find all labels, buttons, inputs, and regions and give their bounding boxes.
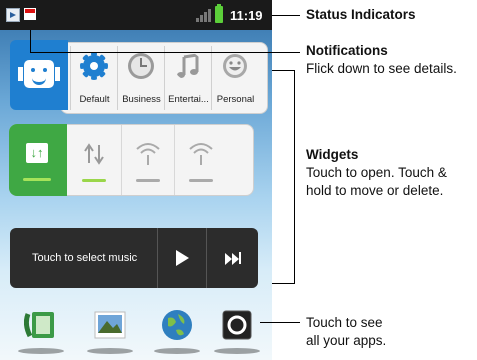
profile-main-button[interactable] — [10, 40, 68, 110]
profile-label: Personal — [216, 94, 255, 105]
connectivity-widget: ↓↑ — [9, 124, 254, 196]
profile-face-icon — [24, 60, 54, 88]
gallery-icon[interactable] — [93, 308, 127, 342]
sync-toggle-button[interactable] — [68, 125, 120, 195]
browser-globe-icon[interactable] — [160, 308, 194, 342]
status-indicators-label: Status Indicators — [306, 7, 416, 22]
notifications-leader-line — [30, 52, 300, 53]
widgets-bracket — [272, 70, 295, 284]
gps-toggle-button[interactable] — [174, 125, 227, 195]
profile-label: Business — [122, 94, 161, 105]
smiley-icon — [223, 54, 247, 78]
music-prompt: Touch to select music — [32, 252, 138, 264]
apps-leader-line — [260, 322, 300, 323]
data-sync-icon: ↓↑ — [26, 143, 48, 163]
profile-personal[interactable]: Personal — [211, 46, 259, 110]
calendar-icon — [24, 8, 36, 20]
notifications-callout: Notifications Flick down to see details. — [306, 43, 457, 76]
apps-launcher-icon[interactable] — [220, 308, 254, 342]
music-widget[interactable]: Touch to select music — [10, 228, 258, 288]
apps-callout: Touch to see all your apps. — [306, 315, 387, 348]
next-track-icon[interactable] — [225, 252, 241, 270]
profile-entertainment[interactable]: Entertai... — [164, 46, 212, 110]
notification-icon — [6, 8, 20, 22]
signal-icon — [196, 9, 212, 22]
profile-label: Default — [79, 94, 110, 105]
data-toggle-button[interactable]: ↓↑ — [9, 124, 67, 196]
wifi-toggle-button[interactable] — [121, 125, 174, 195]
gear-icon — [80, 52, 108, 80]
music-note-icon — [177, 53, 199, 78]
profile-label: Entertai... — [168, 94, 209, 105]
play-icon[interactable] — [176, 250, 189, 266]
battery-icon — [215, 4, 223, 23]
widgets-callout: Widgets Touch to open. Touch & hold to m… — [306, 147, 447, 198]
status-leader-line — [272, 15, 300, 16]
wifi-icon — [136, 143, 160, 165]
app-dock — [0, 300, 272, 360]
status-bar[interactable]: 11:19 — [0, 0, 272, 30]
profile-default[interactable]: Default — [70, 46, 118, 110]
status-clock: 11:19 — [230, 8, 263, 23]
clock-icon — [128, 53, 154, 79]
wifi-icon — [189, 143, 213, 165]
phone-icon[interactable] — [24, 308, 58, 342]
profile-business[interactable]: Business — [117, 46, 165, 110]
sync-arrows-icon — [84, 143, 104, 165]
page-indicator — [120, 354, 168, 360]
phone-screen: 11:19 Default Business Entertai... Perso… — [0, 0, 272, 360]
